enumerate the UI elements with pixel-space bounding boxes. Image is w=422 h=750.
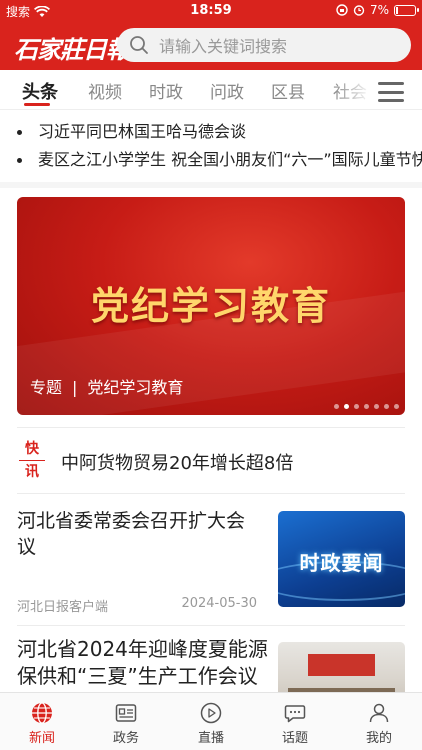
carousel-dot[interactable] [374,404,379,409]
nav-label: 直播 [197,731,224,746]
banner-caption: 专题 | 党纪学习教育 [30,374,183,398]
news-source: 河北日报客户端 [17,600,109,615]
banner-carousel[interactable]: 党纪学习教育 专题 | 党纪学习教育 [17,197,405,415]
divider [17,625,405,626]
carousel-dot[interactable] [344,404,349,409]
status-bar: 搜索 18:59 7% [0,0,422,22]
section-divider [0,182,422,188]
app-root: 搜索 18:59 7% 石家莊日報 请输入关键词搜索 头条 视频 时政 问政 区… [0,0,422,750]
flash-badge-bottom: 讯 [25,464,39,480]
thumbnail-label: 时政要闻 [299,551,384,575]
tab-politics[interactable]: 时政 [149,78,183,103]
app-logo: 石家莊日報 [14,35,130,64]
nav-label: 政务 [112,731,139,746]
headline-text: 麦区之江小学学生 祝全国小朋友们“六一”国际儿童节快乐 [38,150,422,169]
divider [17,493,405,494]
news-item[interactable]: 河北省委常委会召开扩大会议 河北日报客户端 2024-05-30 时政要闻 [17,508,405,615]
carousel-dot[interactable] [384,404,389,409]
flash-badge-icon: 快 讯 [19,438,45,482]
headline-item[interactable]: 麦区之江小学学生 祝全国小朋友们“六一”国际儿童节快乐 [0,146,422,174]
top-bar: 搜索 18:59 7% 石家莊日報 请输入关键词搜索 [0,0,422,70]
banner-caption-tag: 专题 [30,378,63,397]
alarm-icon [353,5,365,16]
tab-districts[interactable]: 区县 [271,78,305,103]
search-bar[interactable]: 请输入关键词搜索 [117,28,411,62]
id-card-icon [115,704,137,722]
tab-inquiry[interactable]: 问政 [210,78,244,103]
status-right: 7% [336,3,419,17]
headline-list: 习近平同巴林国王哈马德会谈 麦区之江小学学生 祝全国小朋友们“六一”国际儿童节快… [0,118,422,174]
nav-topics[interactable]: 话题 [265,701,325,746]
banner-caption-title: 党纪学习教育 [87,378,184,397]
bullet-icon [17,158,22,163]
headline-item[interactable]: 习近平同巴林国王哈马德会谈 [0,118,422,146]
flash-text: 中阿货物贸易20年增长超8倍 [61,453,294,474]
chat-icon [284,705,306,723]
carousel-dot[interactable] [394,404,399,409]
carousel-indicators [334,404,399,409]
news-thumbnail [278,642,405,692]
search-icon [130,36,148,54]
battery-percent: 7% [369,3,389,17]
nav-news[interactable]: 新闻 [12,701,72,746]
nav-label: 我的 [365,731,392,746]
globe-icon [32,702,52,724]
news-thumbnail: 时政要闻 [278,511,405,607]
headline-text: 习近平同巴林国王哈马德会谈 [38,122,247,141]
divider [17,427,405,428]
news-item[interactable]: 河北省2024年迎峰度夏能源保供和“三夏”生产工作会议召开 [17,636,405,692]
carousel-dot[interactable] [334,404,339,409]
bullet-icon [17,130,22,135]
flash-badge-top: 快 [19,438,45,461]
play-icon [200,702,222,724]
tab-headlines[interactable]: 头条 [22,78,58,104]
carousel-dot[interactable] [364,404,369,409]
user-icon [369,703,389,723]
nav-government[interactable]: 政务 [96,701,156,746]
bottom-navigation: 新闻 政务 直播 话题 我的 [0,692,422,750]
banner-caption-separator: | [72,378,78,397]
channel-tabs: 头条 视频 时政 问政 区县 社会 [0,70,422,110]
orientation-lock-icon [336,4,348,16]
news-date: 2024-05-30 [181,596,257,611]
tabs-fade [332,70,372,108]
banner-title: 党纪学习教育 [90,283,331,328]
news-meta: 河北日报客户端 2024-05-30 [17,596,257,615]
active-tab-indicator [24,103,50,106]
nav-label: 新闻 [28,731,55,746]
news-title: 河北省2024年迎峰度夏能源保供和“三夏”生产工作会议召开 [17,637,268,692]
battery-icon [394,4,419,16]
search-placeholder: 请输入关键词搜索 [159,37,288,56]
news-title: 河北省委常委会召开扩大会议 [17,510,246,558]
flash-news[interactable]: 快 讯 中阿货物贸易20年增长超8倍 [17,438,405,482]
tab-video[interactable]: 视频 [88,78,122,103]
nav-profile[interactable]: 我的 [349,701,409,746]
nav-label: 话题 [281,731,308,746]
hamburger-menu-icon[interactable] [378,82,404,102]
carousel-dot[interactable] [354,404,359,409]
nav-live[interactable]: 直播 [181,701,241,746]
